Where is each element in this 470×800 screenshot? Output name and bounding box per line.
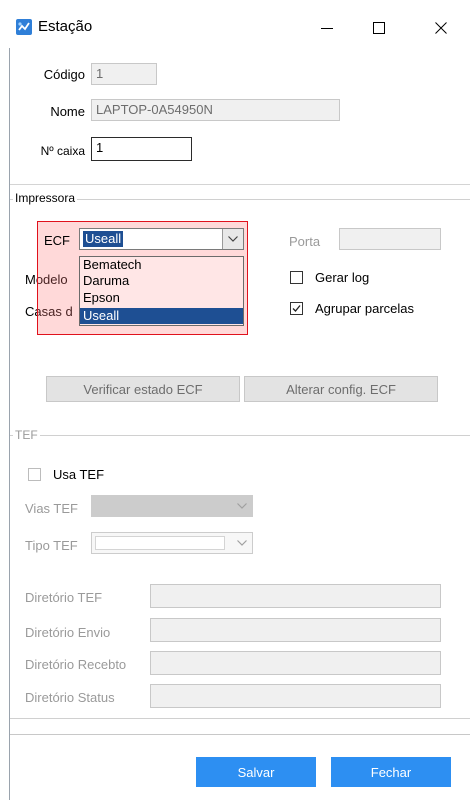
usa-tef-label: Usa TEF — [53, 467, 105, 482]
maximize-icon — [373, 22, 385, 34]
tipo-tef-dropdown-arrow[interactable] — [232, 533, 252, 553]
minimize-button[interactable] — [304, 10, 350, 46]
form-border — [9, 48, 10, 800]
porta-field[interactable] — [339, 228, 441, 250]
porta-label: Porta — [289, 234, 321, 249]
diretorio-tef-label: Diretório TEF — [25, 590, 103, 605]
agrupar-parcelas-checkbox[interactable] — [290, 302, 303, 315]
ecf-dropdown-list[interactable]: Bematech Daruma Epson Useall — [79, 256, 244, 326]
vias-tef-dropdown-arrow[interactable] — [232, 496, 252, 516]
usa-tef-checkbox[interactable] — [28, 468, 41, 481]
salvar-button[interactable]: Salvar — [196, 757, 316, 787]
vias-tef-select[interactable] — [91, 495, 253, 517]
fechar-button[interactable]: Fechar — [331, 757, 451, 787]
diretorio-envio-label: Diretório Envio — [25, 625, 111, 640]
diretorio-envio-field[interactable] — [150, 618, 441, 642]
ecf-option-epson[interactable]: Epson — [83, 290, 241, 306]
close-button[interactable] — [418, 10, 464, 46]
nome-field[interactable]: LAPTOP-0A54950N — [91, 99, 340, 121]
agrupar-parcelas-label: Agrupar parcelas — [315, 301, 414, 316]
ecf-dropdown-arrow[interactable] — [222, 229, 243, 249]
ecf-label: ECF — [44, 233, 70, 248]
maximize-button[interactable] — [356, 10, 402, 46]
caixa-label: Nº caixa — [40, 144, 85, 158]
ecf-option-useall[interactable]: Useall — [80, 308, 243, 324]
gerar-log-checkbox[interactable] — [290, 271, 303, 284]
verificar-estado-ecf-button[interactable]: Verificar estado ECF — [46, 376, 240, 402]
impressora-group-label: Impressora — [13, 191, 78, 205]
caixa-field[interactable]: 1 — [91, 137, 192, 161]
section-divider — [10, 184, 470, 185]
nome-label: Nome — [50, 104, 85, 119]
minimize-icon — [321, 28, 333, 29]
ecf-selected-value: Useall — [83, 231, 124, 247]
ecf-option-bematech[interactable]: Bematech — [83, 257, 241, 273]
tef-group-label: TEF — [13, 428, 40, 442]
window-title: Estação — [38, 18, 93, 35]
tef-group-bottom — [10, 718, 470, 719]
codigo-label: Código — [43, 67, 85, 82]
vias-tef-label: Vias TEF — [25, 501, 78, 516]
diretorio-status-label: Diretório Status — [25, 690, 115, 705]
ecf-select[interactable]: Useall — [79, 228, 244, 250]
chevron-down-icon — [228, 236, 238, 242]
tipo-tef-select[interactable] — [91, 532, 253, 554]
ecf-option-daruma[interactable]: Daruma — [83, 273, 241, 289]
diretorio-tef-field[interactable] — [150, 584, 441, 608]
app-icon — [16, 19, 32, 35]
gerar-log-label: Gerar log — [315, 270, 370, 285]
chevron-down-icon — [237, 540, 247, 546]
close-icon — [435, 22, 447, 34]
tipo-tef-label: Tipo TEF — [25, 538, 78, 553]
codigo-field[interactable]: 1 — [91, 63, 157, 85]
tipo-tef-value-box — [95, 536, 225, 550]
footer-divider — [10, 734, 470, 735]
chevron-down-icon — [237, 503, 247, 509]
diretorio-status-field[interactable] — [150, 684, 441, 708]
diretorio-recebto-label: Diretório Recebto — [25, 657, 127, 672]
alterar-config-ecf-button[interactable]: Alterar config. ECF — [244, 376, 438, 402]
impressora-group-border — [10, 199, 470, 200]
tef-group-border — [10, 435, 470, 436]
diretorio-recebto-field[interactable] — [150, 651, 441, 675]
checkmark-icon — [292, 305, 301, 312]
